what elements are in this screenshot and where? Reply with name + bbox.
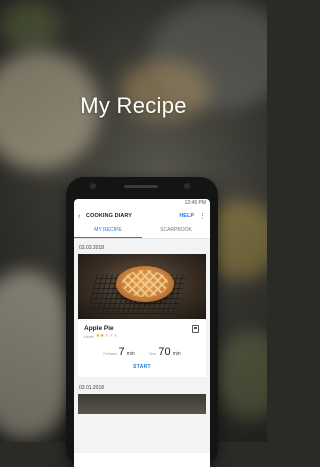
tab-scrapbook[interactable]: SCARPBOOK	[142, 224, 210, 238]
recipe-card[interactable]: Apple Pie Level ★★★★★ Prehead 7 min Time…	[78, 254, 206, 377]
headline: My Recipe	[80, 93, 187, 118]
time-unit: min	[172, 351, 181, 357]
app-screen: 12:45 PM ‹ COOKING DIARY HELP ⋮ MY RECIP…	[74, 199, 210, 467]
cook-time: Time 70 min	[149, 346, 181, 358]
recipe-list: 03.03.2018 Apple Pie Level ★★★★★ Prehead…	[74, 239, 210, 453]
tab-my-recipe[interactable]: MY RECIPE	[74, 224, 142, 238]
sensor	[184, 183, 190, 189]
bookmark-icon[interactable]	[192, 325, 199, 333]
time-label: Time	[148, 352, 157, 356]
time-row: Prehead 7 min Time 70 min	[84, 346, 200, 358]
prep-label: Prehead	[103, 352, 117, 356]
level-label: Level	[84, 333, 94, 339]
more-vert-icon[interactable]: ⋮	[199, 212, 206, 220]
phone-mockup: 12:45 PM ‹ COOKING DIARY HELP ⋮ MY RECIP…	[66, 177, 218, 467]
back-arrow-icon[interactable]: ‹	[78, 213, 86, 220]
entry-date: 03.03.2018	[79, 245, 105, 251]
recipe-photo	[78, 254, 206, 319]
prep-time: Prehead 7 min	[103, 346, 134, 358]
phone-top-bezel	[66, 177, 218, 199]
front-camera	[90, 183, 96, 189]
recipe-name: Apple Pie	[84, 325, 114, 332]
prep-value: 7	[118, 346, 125, 358]
prep-unit: min	[126, 351, 135, 357]
star-icon: ★	[113, 333, 118, 339]
app-title: COOKING DIARY	[86, 213, 133, 219]
status-time: 12:45 PM	[184, 200, 206, 206]
status-bar: 12:45 PM	[74, 199, 210, 208]
level-rating: ★★★★★	[96, 333, 118, 339]
entry-date: 03.01.2018	[79, 385, 105, 391]
time-value: 70	[158, 346, 171, 358]
tab-bar: MY RECIPE SCARPBOOK	[74, 224, 210, 239]
app-bar: ‹ COOKING DIARY HELP ⋮	[74, 208, 210, 224]
speaker-grille	[124, 185, 158, 188]
start-button[interactable]: START	[84, 364, 200, 373]
recipe-photo[interactable]	[78, 394, 206, 414]
help-button[interactable]: HELP	[179, 213, 194, 219]
